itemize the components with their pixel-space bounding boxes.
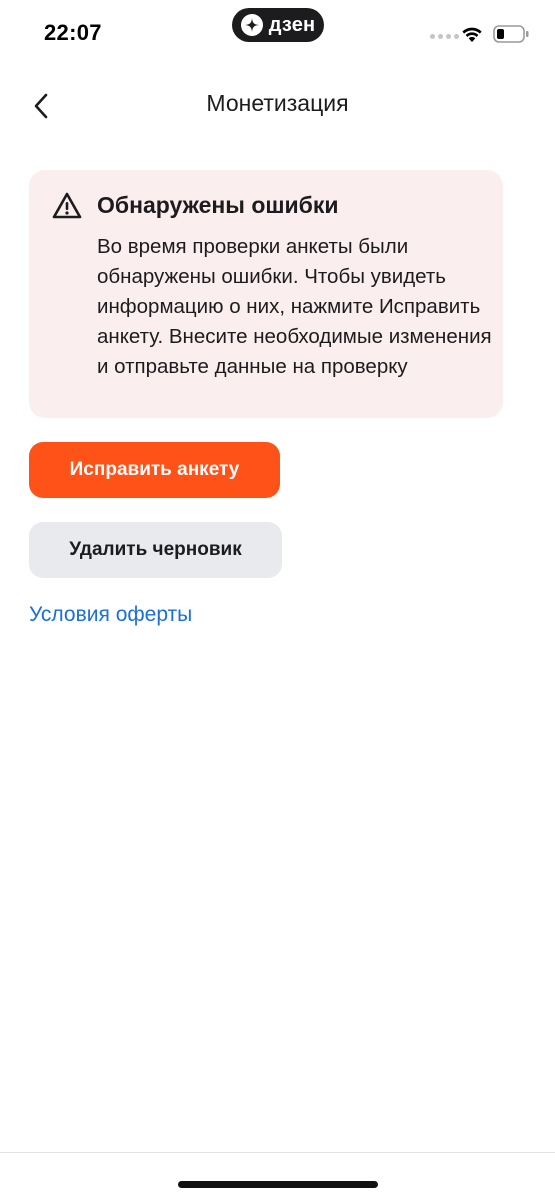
delete-draft-button[interactable]: Удалить черновик bbox=[29, 522, 282, 578]
error-description: Во время проверки анкеты были обнаружены… bbox=[97, 235, 492, 378]
wifi-icon bbox=[462, 27, 482, 42]
fix-form-button[interactable]: Исправить анкету bbox=[29, 442, 280, 498]
app-indicator-pill[interactable]: дзен bbox=[232, 8, 324, 42]
bottom-divider bbox=[0, 1152, 555, 1153]
cellular-signal-icon bbox=[430, 34, 459, 39]
warning-icon bbox=[52, 192, 82, 219]
offer-terms-link[interactable]: Условия оферты bbox=[29, 603, 192, 627]
status-time: 22:07 bbox=[44, 20, 102, 45]
error-alert-card: Обнаружены ошибки Во время проверки анке… bbox=[29, 170, 503, 418]
page-title: Монетизация bbox=[206, 90, 349, 116]
battery-icon bbox=[493, 25, 529, 43]
error-title: Обнаружены ошибки bbox=[97, 192, 339, 218]
status-bar: 22:07 дзен bbox=[0, 0, 555, 70]
home-indicator[interactable] bbox=[178, 1181, 378, 1188]
app-label: дзен bbox=[268, 13, 316, 36]
dzen-logo-icon bbox=[240, 14, 263, 36]
